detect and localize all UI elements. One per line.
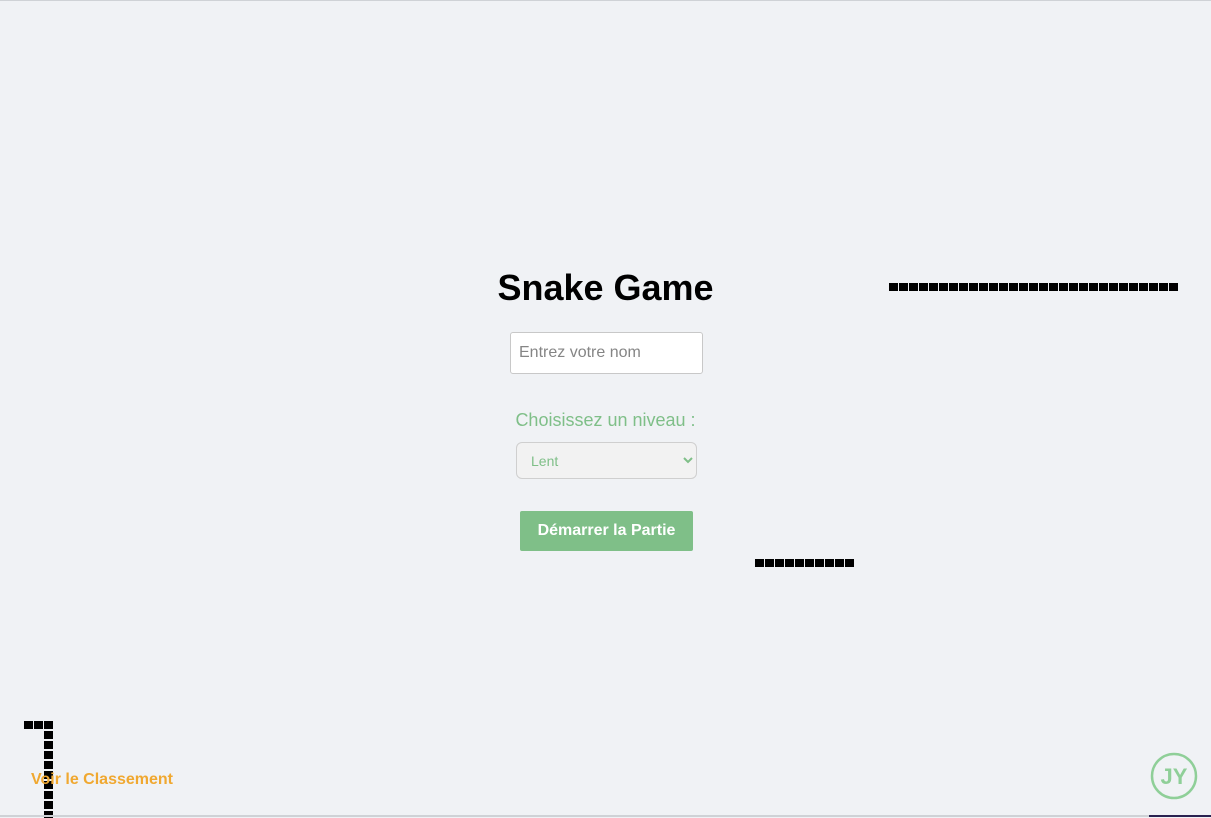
snake-segment: [1039, 283, 1048, 291]
snake-segment: [1129, 283, 1138, 291]
snake-segment: [1089, 283, 1098, 291]
snake-segment: [1019, 283, 1028, 291]
snake-segment: [44, 791, 53, 799]
view-ranking-link[interactable]: Voir le Classement: [31, 771, 173, 789]
snake-middle: [755, 559, 854, 567]
snake-bottom-left: [24, 721, 53, 818]
snake-segment: [1079, 283, 1088, 291]
snake-segment: [785, 559, 794, 567]
snake-segment: [989, 283, 998, 291]
snake-segment: [1099, 283, 1108, 291]
snake-segment: [805, 559, 814, 567]
snake-segment: [969, 283, 978, 291]
snake-segment: [815, 559, 824, 567]
snake-segment: [44, 751, 53, 759]
snake-segment: [44, 761, 53, 769]
snake-segment: [959, 283, 968, 291]
snake-segment: [1059, 283, 1068, 291]
snake-segment: [24, 721, 33, 729]
snake-segment: [1169, 283, 1178, 291]
jy-logo-icon[interactable]: JY: [1150, 752, 1198, 800]
snake-segment: [899, 283, 908, 291]
logo-text: JY: [1161, 764, 1188, 789]
snake-segment: [765, 559, 774, 567]
snake-segment: [909, 283, 918, 291]
snake-segment: [835, 559, 844, 567]
snake-segment: [1049, 283, 1058, 291]
snake-segment: [1149, 283, 1158, 291]
snake-segment: [775, 559, 784, 567]
snake-segment: [44, 741, 53, 749]
snake-segment: [979, 283, 988, 291]
snake-segment: [825, 559, 834, 567]
snake-segment: [34, 721, 43, 729]
snake-segment: [755, 559, 764, 567]
snake-segment: [795, 559, 804, 567]
snake-segment: [999, 283, 1008, 291]
snake-segment: [1119, 283, 1128, 291]
snake-segment: [845, 559, 854, 567]
snake-trails: [24, 283, 1178, 818]
snake-segment: [44, 721, 53, 729]
snake-segment: [919, 283, 928, 291]
snake-segment: [929, 283, 938, 291]
snake-segment: [44, 731, 53, 739]
snake-segment: [1109, 283, 1118, 291]
snake-segment: [1069, 283, 1078, 291]
snake-segment: [889, 283, 898, 291]
snake-segment: [1029, 283, 1038, 291]
snake-segment: [939, 283, 948, 291]
snake-segment: [1159, 283, 1168, 291]
snake-segment: [1009, 283, 1018, 291]
snake-segment: [949, 283, 958, 291]
snake-segment: [44, 801, 53, 809]
snake-top-right: [889, 283, 1178, 291]
snake-segment: [1139, 283, 1148, 291]
